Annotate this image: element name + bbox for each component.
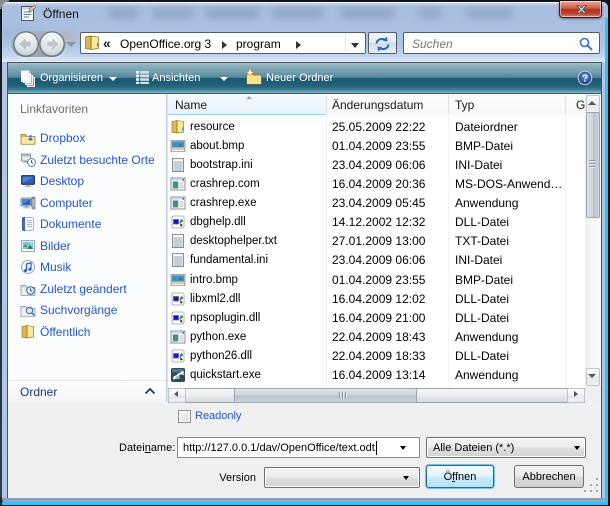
svg-text:?: ? [582,74,588,85]
